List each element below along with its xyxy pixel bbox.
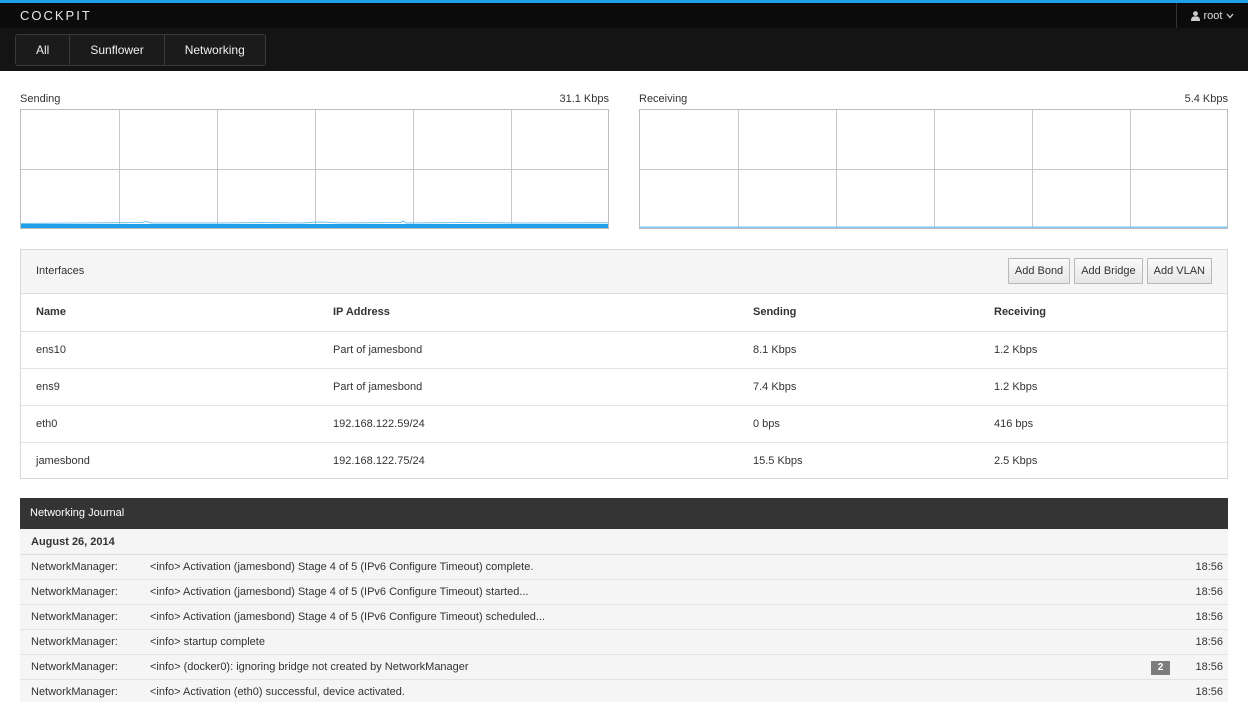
interface-receiving: 1.2 Kbps bbox=[994, 331, 1227, 369]
column-receiving: Receiving bbox=[994, 294, 1227, 332]
table-row[interactable]: jamesbond 192.168.122.75/24 15.5 Kbps 2.… bbox=[21, 442, 1227, 479]
tab-sunflower[interactable]: Sunflower bbox=[70, 35, 165, 65]
journal-entry-source: NetworkManager: bbox=[31, 561, 118, 573]
interface-receiving: 416 bps bbox=[994, 405, 1227, 443]
journal-date-header: August 26, 2014 bbox=[20, 529, 1228, 555]
sending-traffic-line bbox=[21, 220, 608, 224]
journal-entry-message: <info> Activation (jamesbond) Stage 4 of… bbox=[150, 586, 529, 598]
column-name: Name bbox=[21, 294, 333, 332]
column-sending: Sending bbox=[753, 294, 994, 332]
journal-title: Networking Journal bbox=[20, 498, 1228, 529]
add-vlan-button[interactable]: Add VLAN bbox=[1146, 258, 1212, 284]
journal-entry-source: NetworkManager: bbox=[31, 611, 118, 623]
interfaces-table: Name IP Address Sending Receiving ens10 … bbox=[21, 294, 1227, 479]
journal-entry[interactable]: NetworkManager: <info> Activation (james… bbox=[20, 555, 1228, 580]
journal-entry-time: 18:56 bbox=[1195, 561, 1223, 573]
interface-receiving: 1.2 Kbps bbox=[994, 368, 1227, 406]
user-name: root bbox=[1203, 9, 1223, 22]
table-row[interactable]: ens10 Part of jamesbond 8.1 Kbps 1.2 Kbp… bbox=[21, 331, 1227, 369]
journal-entry[interactable]: NetworkManager: <info> Activation (eth0)… bbox=[20, 680, 1228, 702]
receiving-graph-block: Receiving 5.4 Kbps bbox=[639, 93, 1228, 229]
interfaces-panel: Interfaces Add Bond Add Bridge Add VLAN … bbox=[20, 249, 1228, 479]
journal-entry-time: 18:56 bbox=[1195, 586, 1223, 598]
sending-graph bbox=[20, 109, 609, 229]
interfaces-title: Interfaces bbox=[36, 265, 85, 277]
sending-graph-rate: 31.1 Kbps bbox=[559, 93, 609, 105]
user-icon bbox=[1190, 10, 1200, 21]
journal-entry-time: 18:56 bbox=[1195, 611, 1223, 623]
host-tabs: All Sunflower Networking bbox=[15, 34, 266, 66]
tab-all[interactable]: All bbox=[16, 35, 71, 65]
table-header-row: Name IP Address Sending Receiving bbox=[21, 294, 1227, 332]
sending-graph-block: Sending 31.1 Kbps bbox=[20, 93, 609, 229]
nav-bar: All Sunflower Networking bbox=[0, 28, 1248, 71]
journal-entry-message: <info> (docker0): ignoring bridge not cr… bbox=[150, 661, 469, 673]
interface-sending: 8.1 Kbps bbox=[753, 331, 994, 369]
interface-ip: Part of jamesbond bbox=[333, 368, 753, 406]
table-row[interactable]: ens9 Part of jamesbond 7.4 Kbps 1.2 Kbps bbox=[21, 368, 1227, 406]
tab-networking[interactable]: Networking bbox=[164, 35, 265, 65]
user-menu[interactable]: root bbox=[1176, 3, 1248, 28]
journal-entry[interactable]: NetworkManager: <info> Activation (james… bbox=[20, 605, 1228, 630]
journal-entry-source: NetworkManager: bbox=[31, 636, 118, 648]
interface-receiving: 2.5 Kbps bbox=[994, 454, 1038, 467]
journal-entry-count-badge: 2 bbox=[1151, 661, 1170, 675]
interface-ip: 192.168.122.75/24 bbox=[333, 454, 425, 467]
top-bar: COCKPIT root bbox=[0, 0, 1248, 28]
interface-sending: 7.4 Kbps bbox=[753, 368, 994, 406]
add-bond-button[interactable]: Add Bond bbox=[1007, 258, 1071, 284]
column-ip-address: IP Address bbox=[333, 294, 753, 332]
receiving-graph-rate: 5.4 Kbps bbox=[1184, 93, 1228, 105]
sending-traffic-fill bbox=[21, 224, 608, 228]
journal-entry-time: 18:56 bbox=[1195, 686, 1223, 698]
sending-graph-label: Sending bbox=[20, 93, 61, 105]
journal-entry-message: <info> startup complete bbox=[150, 636, 265, 648]
networking-journal: Networking Journal August 26, 2014 Netwo… bbox=[20, 498, 1228, 702]
interface-name: ens9 bbox=[21, 368, 333, 406]
receiving-traffic-fill bbox=[640, 226, 1227, 228]
receiving-graph bbox=[639, 109, 1228, 229]
journal-entry-source: NetworkManager: bbox=[31, 661, 118, 673]
interface-ip: Part of jamesbond bbox=[333, 331, 753, 369]
journal-entry-message: <info> Activation (jamesbond) Stage 4 of… bbox=[150, 611, 546, 623]
journal-entry-message: <info> Activation (eth0) successful, dev… bbox=[150, 686, 405, 698]
journal-entry[interactable]: NetworkManager: <info> Activation (james… bbox=[20, 580, 1228, 605]
journal-entry-source: NetworkManager: bbox=[31, 586, 118, 598]
receiving-graph-label: Receiving bbox=[639, 93, 688, 105]
caret-down-icon bbox=[1226, 13, 1234, 19]
journal-entry-source: NetworkManager: bbox=[31, 686, 118, 698]
journal-entry-message: <info> Activation (jamesbond) Stage 4 of… bbox=[150, 561, 534, 573]
table-row[interactable]: eth0 192.168.122.59/24 0 bps 416 bps bbox=[21, 405, 1227, 443]
add-bridge-button[interactable]: Add Bridge bbox=[1074, 258, 1143, 284]
interface-name: eth0 bbox=[21, 405, 333, 443]
brand-logo: COCKPIT bbox=[20, 8, 92, 23]
journal-entry[interactable]: NetworkManager: <info> startup complete … bbox=[20, 630, 1228, 655]
interface-sending: 0 bps bbox=[753, 405, 994, 443]
interface-name: ens10 bbox=[21, 331, 333, 369]
journal-entry-time: 18:56 bbox=[1195, 661, 1223, 673]
journal-entry[interactable]: NetworkManager: <info> (docker0): ignori… bbox=[20, 655, 1228, 680]
interface-sending: 15.5 Kbps bbox=[753, 454, 803, 467]
interface-name: jamesbond bbox=[36, 454, 90, 467]
journal-entry-time: 18:56 bbox=[1195, 636, 1223, 648]
interface-ip: 192.168.122.59/24 bbox=[333, 405, 753, 443]
